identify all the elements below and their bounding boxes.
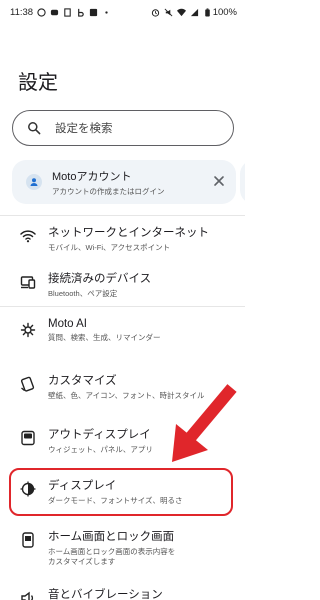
settings-item-sound[interactable]: 音とバイブレーション (14, 586, 234, 600)
alarm-icon (151, 8, 160, 17)
close-icon[interactable] (212, 174, 226, 188)
settings-screen: 11:38 100% 設定 設定を検索 Motoアカウント アカウントの作成また… (0, 0, 245, 600)
whatsapp-icon (37, 7, 46, 17)
customize-icon (20, 376, 36, 392)
search-input[interactable]: 設定を検索 (12, 110, 234, 146)
b-icon (76, 8, 85, 17)
mute-icon (164, 8, 173, 17)
home-lock-icon (20, 532, 36, 548)
pointer-arrow-icon (172, 384, 237, 462)
item-title: Moto AI (48, 318, 87, 330)
item-texts: ホーム画面とロック画面 ホーム画面とロック画面の表示内容を カスタマイズします (48, 528, 175, 567)
item-title: ホーム画面とロック画面 (48, 531, 175, 543)
item-subtitle: ホーム画面とロック画面の表示内容を カスタマイズします (48, 547, 176, 566)
account-texts: Motoアカウント アカウントの作成またはログイン (52, 168, 165, 197)
item-subtitle: ウィジェット、パネル、アプリ (48, 445, 153, 454)
signal-icon (190, 8, 199, 17)
item-title: ネットワークとインターネット (48, 227, 209, 239)
account-title: Motoアカウント (52, 170, 132, 183)
item-subtitle: 質問、検索、生成、リマインダー (48, 333, 161, 342)
divider (0, 215, 245, 216)
chat-icon (50, 8, 59, 17)
dot-icon (102, 8, 108, 17)
highlight-box (9, 468, 233, 516)
item-texts: 音とバイブレーション (48, 586, 163, 600)
status-bar: 11:38 100% (0, 0, 245, 24)
item-subtitle: Bluetooth、ペア設定 (48, 289, 118, 298)
doc-icon (63, 7, 72, 17)
item-texts: ネットワークとインターネット モバイル、Wi-Fi、アクセスポイント (48, 224, 209, 253)
item-texts: 接続済みのデバイス Bluetooth、ペア設定 (48, 270, 151, 299)
search-placeholder: 設定を検索 (55, 123, 113, 135)
item-subtitle: モバイル、Wi-Fi、アクセスポイント (48, 243, 171, 252)
linkedin-icon (89, 8, 98, 17)
item-title: 接続済みのデバイス (48, 273, 152, 285)
item-title: 音とバイブレーション (48, 589, 163, 600)
item-title: アウトディスプレイ (48, 429, 151, 441)
search-icon (27, 121, 41, 135)
item-texts: Moto AI 質問、検索、生成、リマインダー (48, 318, 161, 343)
account-subtitle: アカウントの作成またはログイン (52, 186, 165, 196)
moto-account-card[interactable]: Motoアカウント アカウントの作成またはログイン (12, 160, 236, 204)
status-left: 11:38 (10, 6, 108, 18)
next-card-edge (240, 160, 245, 204)
moto-ai-icon (20, 322, 36, 338)
page-title: 設定 (18, 72, 58, 94)
status-battery: 100% (212, 6, 237, 18)
status-time: 11:38 (10, 6, 34, 18)
wifi-icon (20, 228, 36, 244)
battery-icon (203, 7, 210, 17)
account-avatar-icon (26, 174, 42, 190)
out-display-icon (20, 430, 36, 446)
item-texts: アウトディスプレイ ウィジェット、パネル、アプリ (48, 426, 153, 455)
settings-item-home-lock[interactable]: ホーム画面とロック画面 ホーム画面とロック画面の表示内容を カスタマイズします (14, 528, 234, 580)
status-right: 100% (151, 7, 237, 18)
settings-item-moto-ai[interactable]: Moto AI 質問、検索、生成、リマインダー (14, 318, 234, 362)
devices-icon (20, 274, 36, 290)
sound-icon (20, 590, 36, 600)
settings-item-connected-devices[interactable]: 接続済みのデバイス Bluetooth、ペア設定 (14, 270, 234, 314)
settings-item-network[interactable]: ネットワークとインターネット モバイル、Wi-Fi、アクセスポイント (14, 224, 234, 268)
wifi-icon (176, 8, 186, 17)
